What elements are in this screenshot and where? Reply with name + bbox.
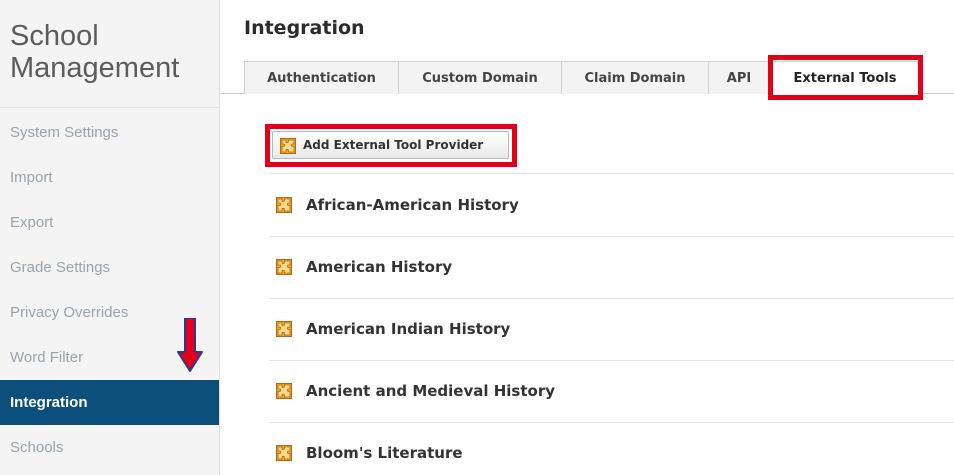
add-button-label: Add External Tool Provider [303,138,484,152]
sidebar-item-export[interactable]: Export [0,200,219,245]
list-divider [269,422,954,423]
sidebar-item-import[interactable]: Import [0,155,219,200]
tab-claim-domain[interactable]: Claim Domain [561,61,709,94]
tool-name[interactable]: American Indian History [306,309,510,349]
list-item[interactable]: African-American History [269,185,954,225]
sidebar: School Management System Settings Import… [0,0,220,475]
list-item[interactable]: American Indian History [269,309,954,349]
list-item[interactable]: American History [269,247,954,287]
list-divider [269,236,954,237]
list-item[interactable]: Ancient and Medieval History [269,371,954,411]
tab-external-tools[interactable]: External Tools [771,61,919,94]
puzzle-piece-icon [280,138,296,154]
puzzle-piece-icon [276,445,292,461]
tab-api[interactable]: API [708,61,770,94]
list-divider [269,298,954,299]
tab-authentication[interactable]: Authentication [244,61,399,94]
tool-name[interactable]: American History [306,247,452,287]
list-item[interactable]: Bloom's Literature [269,433,954,473]
puzzle-piece-icon [276,383,292,399]
puzzle-piece-icon [276,197,292,213]
add-external-tool-provider-button[interactable]: Add External Tool Provider [272,131,509,159]
brand: School Management [0,0,220,108]
page-title: Integration [244,17,365,39]
brand-line-2: Management [10,52,180,84]
sidebar-item-integration[interactable]: Integration [0,380,219,425]
tool-name[interactable]: Bloom's Literature [306,433,463,473]
brand-line-1: School [10,20,99,52]
down-arrow-icon [177,318,203,372]
puzzle-piece-icon [276,321,292,337]
tool-name[interactable]: Ancient and Medieval History [306,371,555,411]
list-divider [269,360,954,361]
tab-custom-domain[interactable]: Custom Domain [398,61,562,94]
list-divider [269,173,954,174]
puzzle-piece-icon [276,259,292,275]
sidebar-item-grade-settings[interactable]: Grade Settings [0,245,219,290]
sidebar-item-schools[interactable]: Schools [0,425,219,470]
sidebar-item-system-settings[interactable]: System Settings [0,110,219,155]
tool-name[interactable]: African-American History [306,185,519,225]
